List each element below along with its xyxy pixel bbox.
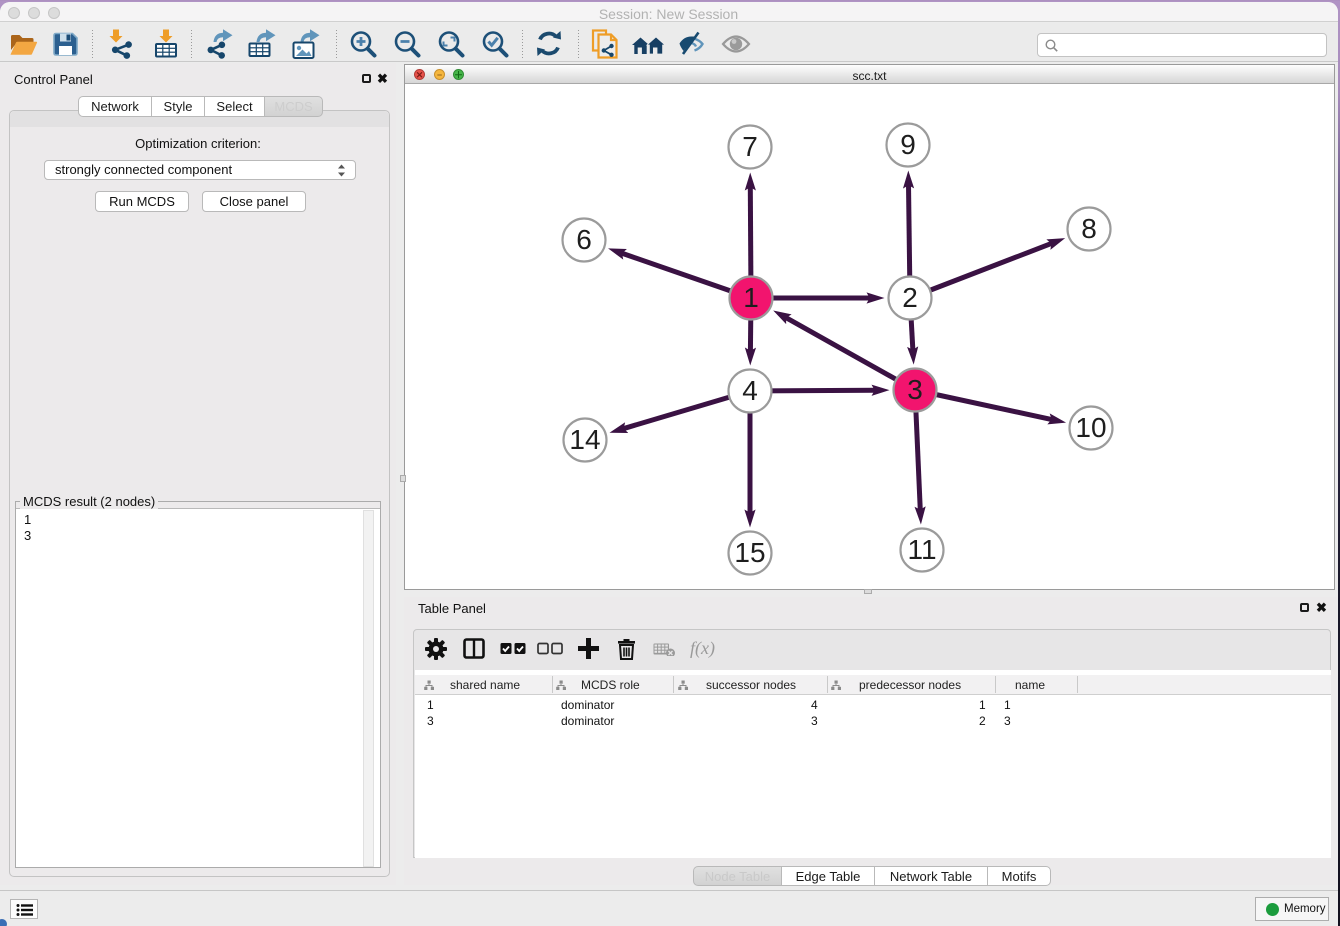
svg-text:6: 6 xyxy=(576,224,592,255)
svg-text:11: 11 xyxy=(907,534,936,565)
svg-text:10: 10 xyxy=(1075,412,1106,443)
svg-text:1: 1 xyxy=(743,282,759,313)
svg-text:3: 3 xyxy=(907,374,923,405)
svg-text:15: 15 xyxy=(734,537,765,568)
svg-text:4: 4 xyxy=(742,375,758,406)
svg-text:8: 8 xyxy=(1081,213,1097,244)
svg-text:9: 9 xyxy=(900,129,916,160)
svg-text:2: 2 xyxy=(902,282,918,313)
svg-text:7: 7 xyxy=(742,131,758,162)
svg-text:14: 14 xyxy=(569,424,600,455)
